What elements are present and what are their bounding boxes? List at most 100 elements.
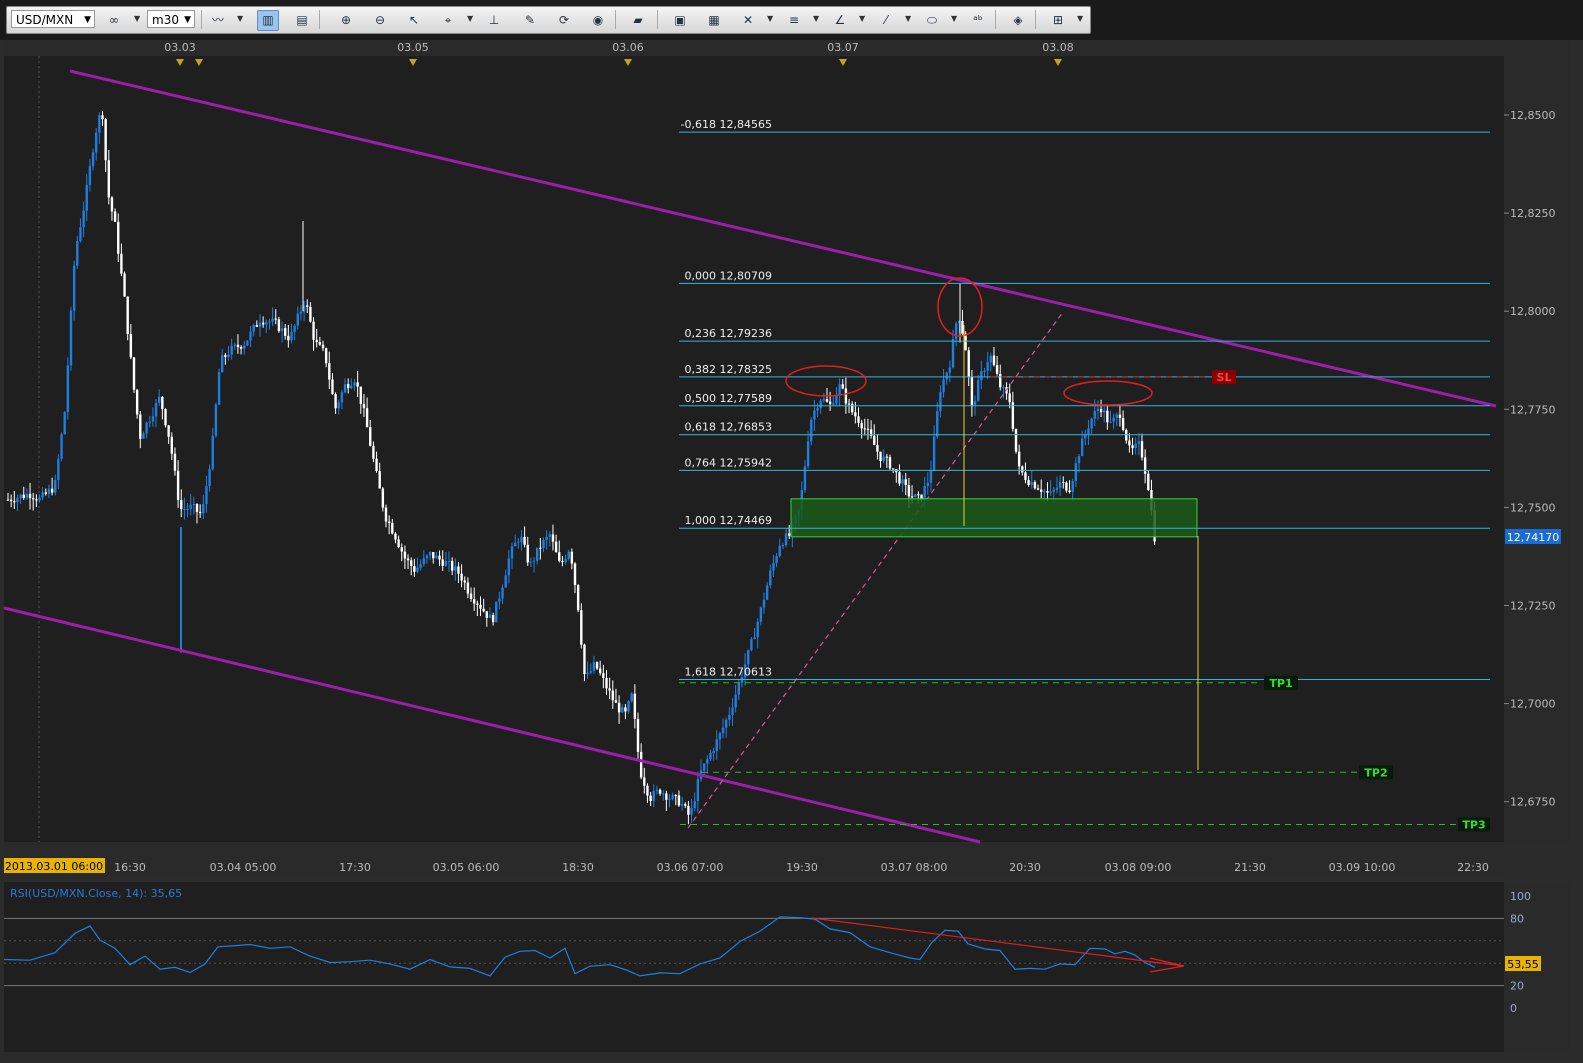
edit-icon[interactable]: ✎ bbox=[519, 10, 541, 31]
rsi-pane[interactable] bbox=[4, 882, 1504, 1052]
candle-body bbox=[1040, 489, 1043, 492]
chart-link-icon[interactable]: ∞ bbox=[103, 10, 125, 31]
candle-body bbox=[983, 370, 986, 372]
current-price-text: 12,74170 bbox=[1507, 531, 1560, 544]
candle-body bbox=[542, 539, 545, 549]
candle-body bbox=[1121, 418, 1125, 430]
candle-body bbox=[198, 511, 202, 514]
candle-body bbox=[438, 555, 441, 560]
globe-icon[interactable]: ◉ bbox=[587, 10, 609, 31]
zoom-in-icon[interactable]: ⊕ bbox=[335, 10, 357, 31]
candle-body bbox=[1021, 466, 1024, 473]
candle-body bbox=[450, 560, 454, 571]
fibonacci-icon[interactable]: ∠ bbox=[829, 10, 851, 31]
candle-body bbox=[117, 221, 120, 254]
candle-body bbox=[778, 545, 781, 556]
candle-body bbox=[614, 700, 618, 703]
candle-body bbox=[599, 668, 602, 674]
template-icon[interactable]: ▦ bbox=[703, 10, 725, 31]
hierarchy-icon[interactable]: ⊞ bbox=[1047, 10, 1069, 31]
chevron-down-icon[interactable]: ▼ bbox=[813, 14, 819, 23]
chevron-down-icon[interactable]: ▼ bbox=[951, 14, 957, 23]
chevron-down-icon[interactable]: ▼ bbox=[905, 14, 911, 23]
candle-body bbox=[85, 185, 88, 211]
chevron-down-icon[interactable]: ▼ bbox=[467, 14, 473, 23]
candle-body bbox=[589, 671, 592, 673]
support-zone[interactable] bbox=[790, 498, 1198, 538]
rsi-scale-label: 100 bbox=[1510, 890, 1531, 903]
date-strip bbox=[4, 40, 1570, 56]
candle-body bbox=[507, 558, 511, 576]
candle-body bbox=[564, 558, 567, 562]
candle-body bbox=[1052, 489, 1055, 492]
text-icon[interactable]: ᵃᵇ bbox=[967, 10, 989, 31]
candle-body bbox=[227, 354, 230, 358]
trendline-icon[interactable]: ⁄ bbox=[875, 10, 897, 31]
symbol-select[interactable]: USD/MXN ▼ bbox=[11, 10, 95, 28]
bar-icon[interactable]: ▤ bbox=[291, 10, 313, 31]
timeframe-select[interactable]: m30 ▼ bbox=[147, 10, 195, 28]
target-label: TP2 bbox=[1364, 766, 1387, 779]
candle-body bbox=[696, 779, 700, 802]
candle-body bbox=[747, 649, 750, 665]
candle-body bbox=[79, 227, 82, 242]
candle-body bbox=[725, 719, 728, 728]
support-zone-rect[interactable] bbox=[790, 498, 1198, 538]
chevron-down-icon[interactable]: ▼ bbox=[1077, 14, 1083, 23]
cursor-icon[interactable]: ↖ bbox=[403, 10, 425, 31]
lines-icon[interactable]: ≡ bbox=[783, 10, 805, 31]
crosshair-icon[interactable]: ⌖ bbox=[437, 10, 459, 31]
candle-body bbox=[967, 350, 970, 377]
candle-body bbox=[479, 604, 482, 609]
candle-body bbox=[822, 399, 826, 401]
candle-body bbox=[1096, 408, 1100, 411]
chevron-down-icon[interactable]: ▼ bbox=[237, 14, 243, 23]
chart-window[interactable]: 03.03 03.05 03.06 03.07 03.08 12,8500 12,8250… bbox=[0, 40, 1583, 1063]
candle-body bbox=[1077, 456, 1081, 464]
ellipse-icon[interactable]: ⬭ bbox=[921, 10, 943, 31]
candle-body bbox=[391, 523, 394, 534]
candle-body bbox=[369, 427, 372, 446]
chart-type-icon[interactable]: 〰 bbox=[207, 10, 229, 31]
candle-body bbox=[806, 441, 810, 467]
candle-body bbox=[35, 499, 38, 501]
price-pane[interactable] bbox=[4, 56, 1504, 842]
candle-body bbox=[835, 395, 838, 404]
candle-body bbox=[397, 539, 400, 548]
ruler-icon[interactable]: ▰ bbox=[627, 10, 649, 31]
price-axis[interactable] bbox=[1504, 56, 1570, 842]
fib-level-label: 0,236 12,79236 bbox=[685, 327, 772, 340]
zoom-out-icon[interactable]: ⊖ bbox=[369, 10, 391, 31]
candle-body bbox=[1115, 414, 1118, 418]
candle-body bbox=[630, 693, 633, 702]
candle-body bbox=[161, 396, 164, 410]
candle-body bbox=[939, 392, 942, 412]
candle-body bbox=[9, 499, 13, 502]
candle-body bbox=[595, 662, 599, 669]
tools-icon[interactable]: ✕ bbox=[737, 10, 759, 31]
candle-body bbox=[328, 363, 331, 380]
image-icon[interactable]: ▣ bbox=[669, 10, 691, 31]
chevron-down-icon[interactable]: ▼ bbox=[767, 14, 773, 23]
candle-body bbox=[554, 541, 558, 553]
price-tick-label: 12,8500 bbox=[1510, 109, 1556, 122]
candle-body bbox=[413, 566, 416, 572]
chevron-down-icon: ▼ bbox=[84, 15, 91, 25]
chevron-down-icon[interactable]: ▼ bbox=[134, 14, 140, 23]
chevron-down-icon[interactable]: ▼ bbox=[859, 14, 865, 23]
refresh-icon[interactable]: ⟳ bbox=[553, 10, 575, 31]
candle-body bbox=[1014, 428, 1018, 452]
candle-body bbox=[1008, 393, 1011, 403]
symbol-value: USD/MXN bbox=[16, 13, 74, 27]
candles-icon[interactable]: ▥ bbox=[257, 10, 279, 31]
candle-body bbox=[1112, 417, 1115, 422]
period-separator-icon[interactable]: ⊥ bbox=[483, 10, 505, 31]
candle-body bbox=[901, 479, 904, 484]
candle-body bbox=[233, 344, 236, 346]
candle-body bbox=[775, 555, 778, 563]
candle-body bbox=[315, 339, 318, 343]
toolbar: USD/MXN ▼ ∞ ▼ m30 ▼ 〰 ▼ ▥ ▤ ⊕ ⊖ ↖ ⌖ ▼ ⊥ ✎ … bbox=[0, 0, 1583, 40]
eraser-icon[interactable]: ◈ bbox=[1007, 10, 1029, 31]
candle-body bbox=[154, 402, 158, 417]
candle-body bbox=[441, 559, 444, 566]
